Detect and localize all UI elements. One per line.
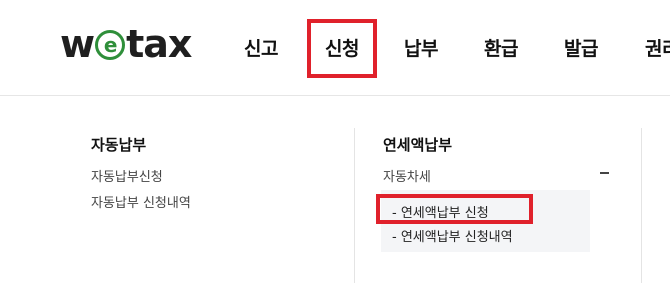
menu-column-auto-payment: 자동납부: [91, 134, 146, 155]
logo-e-circle: e: [95, 30, 126, 60]
menu-column-annual-payment: 연세액납부: [383, 134, 452, 155]
submenu-link-annual-history[interactable]: - 연세액납부 신청내역: [392, 226, 513, 245]
minus-icon[interactable]: [600, 172, 609, 174]
menu-title-auto-payment: 자동납부: [91, 136, 147, 154]
logo-text-w: w: [60, 22, 95, 66]
nav-item-report[interactable]: 신고: [244, 34, 278, 61]
submenu-active-highlight: [376, 194, 533, 224]
nav-item-refund[interactable]: 환급: [484, 34, 518, 61]
logo-text-tax: tax: [126, 22, 192, 66]
menu-divider: [354, 128, 355, 283]
wetax-logo[interactable]: w e tax: [60, 22, 192, 66]
menu-link-auto-payment-apply[interactable]: 자동납부신청: [91, 166, 163, 185]
nav-item-issue[interactable]: 발급: [564, 34, 598, 61]
menu-divider: [641, 128, 642, 283]
menu-title-annual-payment: 연세액납부: [383, 136, 453, 154]
nav-item-payment[interactable]: 납부: [404, 34, 438, 61]
nav-active-highlight: [307, 19, 377, 78]
menu-link-auto-payment-history[interactable]: 자동납부 신청내역: [91, 192, 191, 211]
header: w e tax 신고 신청 납부 환급 발급 권리: [0, 0, 670, 96]
menu-group-car-tax[interactable]: 자동차세: [383, 166, 431, 185]
nav-item-rights[interactable]: 권리: [645, 34, 670, 61]
